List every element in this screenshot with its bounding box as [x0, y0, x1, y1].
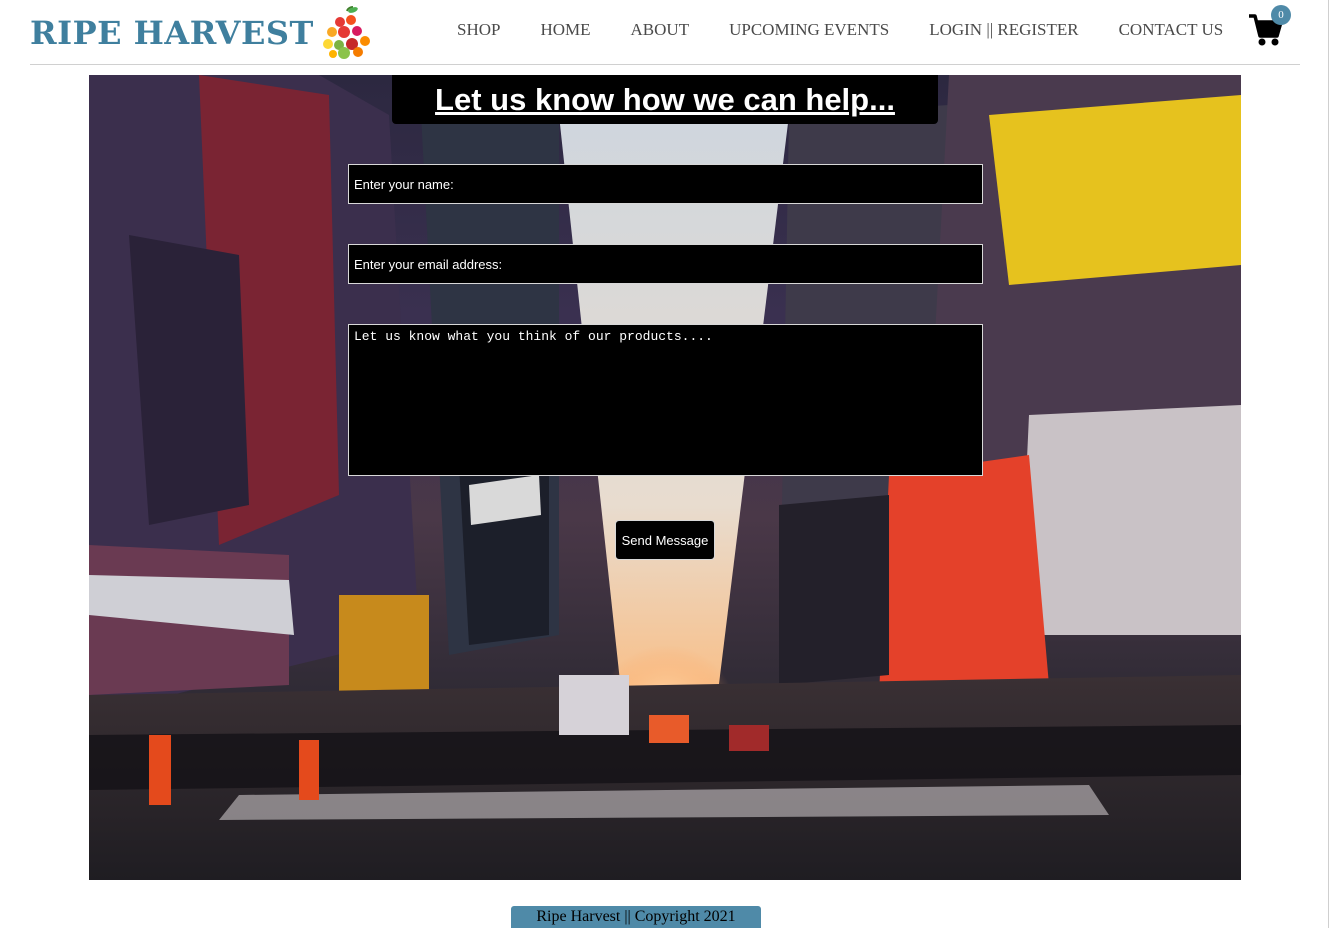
- nav-about[interactable]: ABOUT: [611, 20, 710, 40]
- fruit-cluster-logo-icon: [322, 6, 370, 59]
- message-field[interactable]: [348, 324, 983, 476]
- nav-upcoming-events[interactable]: UPCOMING EVENTS: [709, 20, 909, 40]
- site-footer: Ripe Harvest || Copyright 2021: [511, 906, 761, 928]
- nav-contact-us[interactable]: CONTACT US: [1099, 20, 1244, 40]
- contact-heading: Let us know how we can help...: [435, 81, 895, 117]
- cart-count-badge: 0: [1271, 5, 1291, 25]
- contact-hero: Let us know how we can help... Send Mess…: [89, 75, 1241, 880]
- page-scrollbar-edge: [1328, 0, 1329, 928]
- contact-heading-box: Let us know how we can help...: [392, 75, 938, 124]
- email-field[interactable]: [348, 244, 983, 284]
- nav-shop[interactable]: SHOP: [437, 20, 520, 40]
- nav-home[interactable]: HOME: [520, 20, 610, 40]
- brand-logo-link[interactable]: RIPE HARVEST: [30, 6, 372, 59]
- brand-name: RIPE HARVEST: [30, 14, 314, 52]
- site-header: RIPE HARVEST SHOP HOME ABOUT UPCOMING EV…: [0, 0, 1331, 64]
- nav-login-register[interactable]: LOGIN || REGISTER: [909, 20, 1098, 40]
- header-divider: [30, 64, 1300, 65]
- name-field[interactable]: [348, 164, 983, 204]
- send-message-button[interactable]: Send Message: [615, 520, 715, 560]
- main-nav: SHOP HOME ABOUT UPCOMING EVENTS LOGIN ||…: [437, 20, 1243, 40]
- cart-button[interactable]: 0: [1248, 5, 1296, 48]
